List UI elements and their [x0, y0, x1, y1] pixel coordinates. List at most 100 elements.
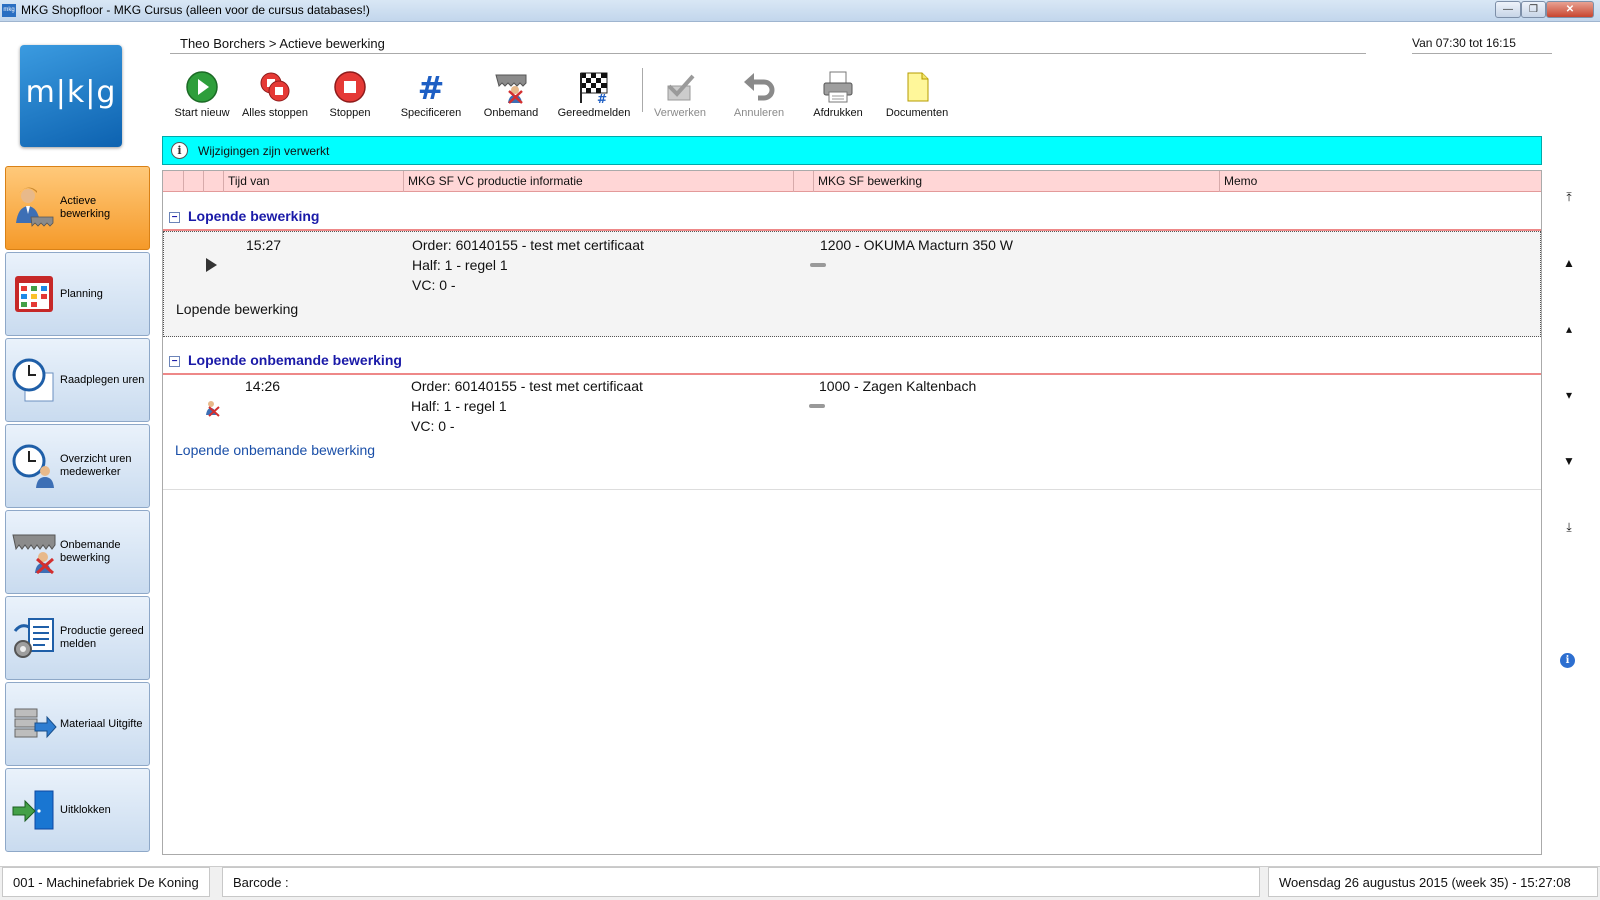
link-icon: [810, 263, 826, 267]
close-button[interactable]: ✕: [1546, 1, 1594, 18]
gereedmelden-button[interactable]: # Gereedmelden: [556, 66, 632, 124]
header-spacer: [183, 171, 203, 192]
verwerken-button[interactable]: Verwerken: [648, 66, 712, 124]
worker-icon: [16, 187, 54, 227]
process-check-icon: [667, 74, 695, 101]
maximize-button[interactable]: ❐: [1521, 1, 1546, 18]
afdrukken-button[interactable]: Afdrukken: [808, 66, 868, 124]
unmanned-icon: [495, 74, 527, 104]
shift-time: Van 07:30 tot 16:15: [1412, 36, 1516, 50]
up-icon[interactable]: ▴: [1556, 318, 1582, 340]
tool-label: Alles stoppen: [241, 107, 309, 119]
unmanned-machine-icon: [12, 534, 56, 575]
sidebar-item-label: Actieve bewerking: [60, 195, 111, 220]
stoppen-button[interactable]: Stoppen: [318, 66, 382, 124]
info-banner: i Wijzigingen zijn verwerkt: [162, 136, 1542, 165]
svg-text:#: #: [597, 92, 607, 104]
activity-grid: Tijd van MKG SF VC productie informatie …: [162, 170, 1542, 855]
cell-time: 15:27: [246, 237, 282, 253]
info-icon: i: [171, 142, 188, 159]
sidebar-item-uitklokken[interactable]: Uitklokken: [5, 768, 150, 852]
tool-label: Start nieuw: [174, 107, 230, 119]
column-header-productie-informatie[interactable]: MKG SF VC productie informatie: [403, 171, 793, 192]
cell-vc: VC: 0 -: [411, 418, 455, 434]
sidebar-item-overzicht-uren-medewerker[interactable]: Overzicht uren medewerker: [5, 424, 150, 508]
column-header-tijd-van[interactable]: Tijd van: [223, 171, 403, 192]
column-header-bewerking[interactable]: MKG SF bewerking: [813, 171, 1219, 192]
sidebar: Actieve bewerking Planning Raadplegen ur…: [5, 166, 150, 854]
link-icon: [809, 404, 825, 408]
page-down-icon[interactable]: ▼: [1556, 450, 1582, 472]
cell-half: Half: 1 - regel 1: [412, 257, 508, 273]
tool-label: Annuleren: [733, 107, 785, 119]
stop-all-icon: [260, 72, 290, 102]
svg-text:#: #: [418, 70, 445, 104]
app-icon: mkg: [2, 4, 16, 17]
barcode-field[interactable]: Barcode :: [222, 867, 1260, 897]
banner-text: Wijzigingen zijn verwerkt: [198, 144, 330, 158]
sidebar-item-label: Overzicht uren medewerker: [60, 453, 132, 478]
play-green-icon: [186, 71, 218, 103]
onbemand-button[interactable]: Onbemand: [478, 66, 544, 124]
cell-operation: 1000 - Zagen Kaltenbach: [819, 378, 977, 394]
group-header-lopende-onbemande-bewerking[interactable]: − Lopende onbemande bewerking: [169, 352, 402, 368]
sidebar-item-raadplegen-uren[interactable]: Raadplegen uren: [5, 338, 150, 422]
tool-label: Onbemand: [483, 107, 539, 119]
logo-text: m|k|g: [25, 75, 117, 110]
sidebar-item-label: Materiaal Uitgifte: [60, 717, 143, 730]
annuleren-button[interactable]: Annuleren: [726, 66, 792, 124]
sidebar-item-label: Onbemande bewerking: [60, 539, 121, 564]
sidebar-item-actieve-bewerking[interactable]: Actieve bewerking: [5, 166, 150, 250]
mkg-logo: m|k|g: [20, 45, 122, 147]
last-record-icon[interactable]: ⤓: [1556, 516, 1582, 538]
shift-underline: [1412, 53, 1552, 54]
page-up-icon[interactable]: ▲: [1556, 252, 1582, 274]
stop-icon: [334, 71, 366, 103]
clock-icon: [12, 358, 54, 402]
row-memo: Lopende bewerking: [176, 301, 299, 317]
clock-out-icon: [12, 790, 54, 830]
breadcrumb: Theo Borchers > Actieve bewerking: [180, 36, 385, 51]
group-title-text: Lopende bewerking: [188, 208, 320, 224]
production-ready-icon: [13, 618, 54, 658]
hash-icon: #: [418, 70, 445, 104]
sidebar-item-planning[interactable]: Planning: [5, 252, 150, 336]
sidebar-item-productie-gereed-melden[interactable]: Productie gereed melden: [5, 596, 150, 680]
column-header-memo[interactable]: Memo: [1219, 171, 1541, 192]
collapse-toggle-icon[interactable]: −: [169, 212, 180, 223]
title-bar: mkg MKG Shopfloor - MKG Cursus (alleen v…: [0, 0, 1600, 22]
running-play-icon: [206, 258, 217, 272]
tool-label: Afdrukken: [813, 107, 863, 119]
minimize-button[interactable]: —: [1495, 1, 1521, 18]
cell-vc: VC: 0 -: [412, 277, 456, 293]
cell-half: Half: 1 - regel 1: [411, 398, 507, 414]
specificeren-button[interactable]: # Specificeren: [393, 66, 469, 124]
window-title: MKG Shopfloor - MKG Cursus (alleen voor …: [21, 3, 370, 17]
document-icon: [907, 72, 929, 102]
start-nieuw-button[interactable]: Start nieuw: [168, 66, 236, 124]
calendar-icon: [15, 276, 53, 312]
checkered-flag-icon: #: [580, 72, 608, 104]
alles-stoppen-button[interactable]: Alles stoppen: [238, 66, 312, 124]
sidebar-item-materiaal-uitgifte[interactable]: Materiaal Uitgifte: [5, 682, 150, 766]
group-title-text: Lopende onbemande bewerking: [188, 352, 402, 368]
grid-header: Tijd van MKG SF VC productie informatie …: [163, 171, 1541, 192]
sidebar-item-onbemande-bewerking[interactable]: Onbemande bewerking: [5, 510, 150, 594]
collapse-toggle-icon[interactable]: −: [169, 356, 180, 367]
info-icon[interactable]: i: [1560, 653, 1575, 668]
table-row[interactable]: 15:27 Order: 60140155 - test met certifi…: [163, 231, 1541, 337]
cell-time: 14:26: [245, 378, 281, 394]
tool-label: Documenten: [885, 107, 949, 119]
first-record-icon[interactable]: ⤒: [1556, 186, 1582, 208]
group-header-lopende-bewerking[interactable]: − Lopende bewerking: [169, 208, 319, 224]
header-spacer: [793, 171, 813, 192]
undo-icon: [744, 73, 775, 101]
status-bar: 001 - Machinefabriek De Koning Barcode :…: [0, 866, 1600, 900]
down-icon[interactable]: ▾: [1556, 384, 1582, 406]
row-divider: [163, 489, 1541, 490]
documenten-button[interactable]: Documenten: [880, 66, 954, 124]
table-row[interactable]: 14:26 Order: 60140155 - test met certifi…: [163, 376, 1541, 482]
clock-person-icon: [12, 444, 54, 488]
datetime-label: Woensdag 26 augustus 2015 (week 35) - 15…: [1268, 867, 1598, 897]
tool-label: Verwerken: [654, 107, 706, 119]
